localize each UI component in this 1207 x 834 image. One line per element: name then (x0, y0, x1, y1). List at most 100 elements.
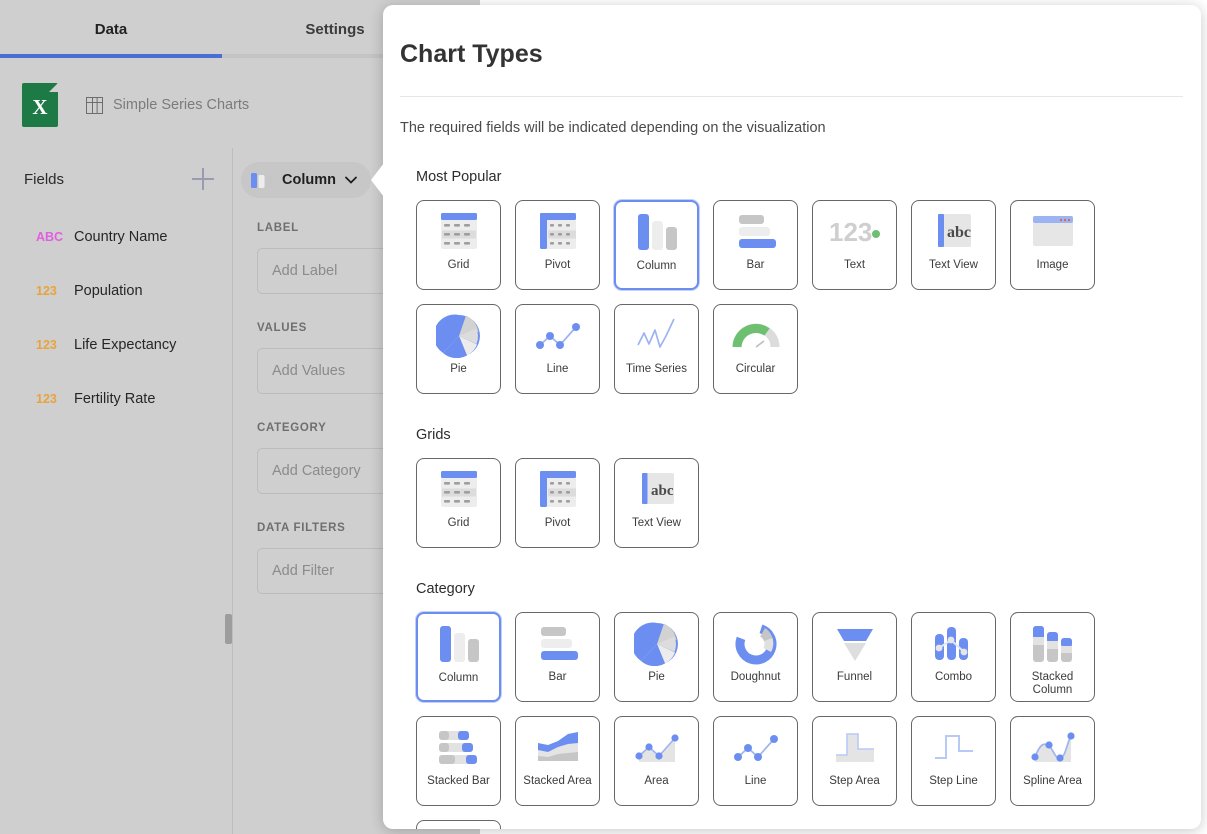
tab-data[interactable]: Data (0, 21, 222, 38)
chart-type-tile-cat-stacked-column[interactable]: Stacked Column (1010, 612, 1095, 702)
chart-type-tile-label: Stacked Area (523, 775, 592, 787)
chart-type-tile-cat-funnel[interactable]: Funnel (812, 612, 897, 702)
pivot-icon (516, 459, 599, 517)
combo-icon (912, 613, 995, 671)
column-chart-icon (251, 173, 272, 188)
field-type-badge: 123 (36, 338, 57, 352)
chart-type-tile-grids-pivot[interactable]: Pivot (515, 458, 600, 548)
chart-type-tile-cat-spline-area[interactable]: Spline Area (1010, 716, 1095, 806)
chart-type-tile-text[interactable]: 123 Text (812, 200, 897, 290)
chart-type-tile-cat-pie[interactable]: Pie (614, 612, 699, 702)
stackedcolumn-icon (1011, 613, 1094, 671)
data-source-name: Simple Series Charts (113, 97, 250, 113)
chart-type-tile-cat-column[interactable]: Column (416, 612, 501, 702)
chart-type-tile-label: Pie (450, 363, 467, 375)
dialog-subtitle: The required fields will be indicated de… (400, 120, 826, 136)
stackedbar-icon (417, 717, 500, 775)
chart-type-tile-cat-stacked-area[interactable]: Stacked Area (515, 716, 600, 806)
excel-file-icon: X (22, 83, 58, 127)
chart-type-tile-grid[interactable]: Grid (416, 200, 501, 290)
chart-types-dialog-body: Chart Types The required fields will be … (383, 5, 1201, 829)
chart-type-tile-cat-spline[interactable]: Spline (416, 820, 501, 829)
svg-text:123: 123 (829, 217, 872, 247)
chart-type-tile-pie[interactable]: Pie (416, 304, 501, 394)
chart-type-tile-label: Step Area (829, 775, 880, 787)
spline-icon (417, 821, 500, 829)
chart-type-tile-circular[interactable]: Circular (713, 304, 798, 394)
chart-type-tile-label: Grid (447, 259, 470, 271)
chart-type-tile-cat-area[interactable]: Area (614, 716, 699, 806)
text-icon: 123 (813, 201, 896, 259)
line-icon (714, 717, 797, 775)
tile-grid-category: Column Bar Pie Doughnut Funnel Combo Stacked C… (400, 612, 1183, 829)
doughnut-icon (714, 613, 797, 671)
chart-type-tile-cat-doughnut[interactable]: Doughnut (713, 612, 798, 702)
app-root: Data Settings X Simple Series Charts Fie… (0, 0, 1207, 834)
table-icon (86, 96, 103, 114)
textview-icon: abc (912, 201, 995, 259)
chart-type-tile-label: Image (1036, 259, 1069, 271)
field-item-life-expectancy[interactable]: 123 Life Expectancy (0, 318, 232, 372)
chart-type-tile-label: Spline Area (1023, 775, 1082, 787)
data-source-label-wrap: Simple Series Charts (86, 96, 250, 114)
grid-icon (417, 459, 500, 517)
svg-text:abc: abc (947, 224, 971, 241)
line-icon (516, 305, 599, 363)
chart-type-tile-bar[interactable]: Bar (713, 200, 798, 290)
chart-type-chip[interactable]: Column (241, 162, 371, 198)
field-item-country-name[interactable]: ABC Country Name (0, 210, 232, 264)
field-label: Fertility Rate (74, 391, 156, 407)
chart-type-tile-label: Grid (447, 517, 470, 529)
pie-icon (615, 613, 698, 671)
area-icon (615, 717, 698, 775)
chart-type-tile-column[interactable]: Column (614, 200, 699, 290)
chart-type-tile-line[interactable]: Line (515, 304, 600, 394)
panel-scroll-handle[interactable] (225, 614, 232, 644)
chart-type-tile-time-series[interactable]: Time Series (614, 304, 699, 394)
chart-type-tile-label: Doughnut (730, 671, 781, 683)
field-item-population[interactable]: 123 Population (0, 264, 232, 318)
chart-type-tile-label: Area (644, 775, 669, 787)
field-label: Country Name (74, 229, 168, 245)
chart-type-tile-cat-step-line[interactable]: Step Line (911, 716, 996, 806)
tab-active-underline (0, 54, 222, 58)
chart-type-tile-label: Pivot (544, 517, 571, 529)
bar-icon (516, 613, 599, 671)
chart-type-tile-grids-text-view[interactable]: abc Text View (614, 458, 699, 548)
field-item-fertility-rate[interactable]: 123 Fertility Rate (0, 372, 232, 426)
chart-type-tile-pivot[interactable]: Pivot (515, 200, 600, 290)
plus-icon[interactable] (192, 168, 214, 190)
fields-pane: Fields ABC Country Name 123 Population 1… (0, 148, 233, 834)
chart-type-tile-cat-combo[interactable]: Combo (911, 612, 996, 702)
stepline-icon (912, 717, 995, 775)
chart-type-tile-cat-stacked-bar[interactable]: Stacked Bar (416, 716, 501, 806)
chart-type-tile-label: Stacked Bar (427, 775, 490, 787)
splinearea-icon (1011, 717, 1094, 775)
chart-type-tile-label: Pie (648, 671, 665, 683)
chart-type-tile-label: Stacked Column (1031, 671, 1074, 696)
chart-type-tile-cat-line[interactable]: Line (713, 716, 798, 806)
modal-pointer-notch (371, 163, 384, 197)
chart-type-tile-image[interactable]: Image (1010, 200, 1095, 290)
section-title-category: Category (416, 581, 475, 597)
chart-type-tile-grids-grid[interactable]: Grid (416, 458, 501, 548)
pivot-icon (516, 201, 599, 259)
field-label: Life Expectancy (74, 337, 177, 353)
chart-type-tile-cat-bar[interactable]: Bar (515, 612, 600, 702)
chart-type-tile-label: Line (546, 363, 569, 375)
chart-type-tile-label: Combo (934, 671, 973, 683)
chart-type-tile-label: Text View (928, 259, 978, 271)
chart-type-tile-label: Pivot (544, 259, 571, 271)
zone-placeholder: Add Filter (272, 563, 335, 579)
dialog-divider (400, 96, 1183, 97)
zone-placeholder: Add Values (272, 363, 346, 379)
field-type-badge: 123 (36, 284, 57, 298)
fields-header: Fields (0, 148, 232, 210)
field-type-badge: 123 (36, 392, 57, 406)
grid-icon (417, 201, 500, 259)
chart-type-tile-text-view[interactable]: abc Text View (911, 200, 996, 290)
tile-grid-grids: Grid Pivot abc Text View (400, 458, 1183, 548)
zone-placeholder: Add Category (272, 463, 361, 479)
chart-type-tile-cat-step-area[interactable]: Step Area (812, 716, 897, 806)
chart-types-dialog: Chart Types The required fields will be … (383, 5, 1201, 829)
